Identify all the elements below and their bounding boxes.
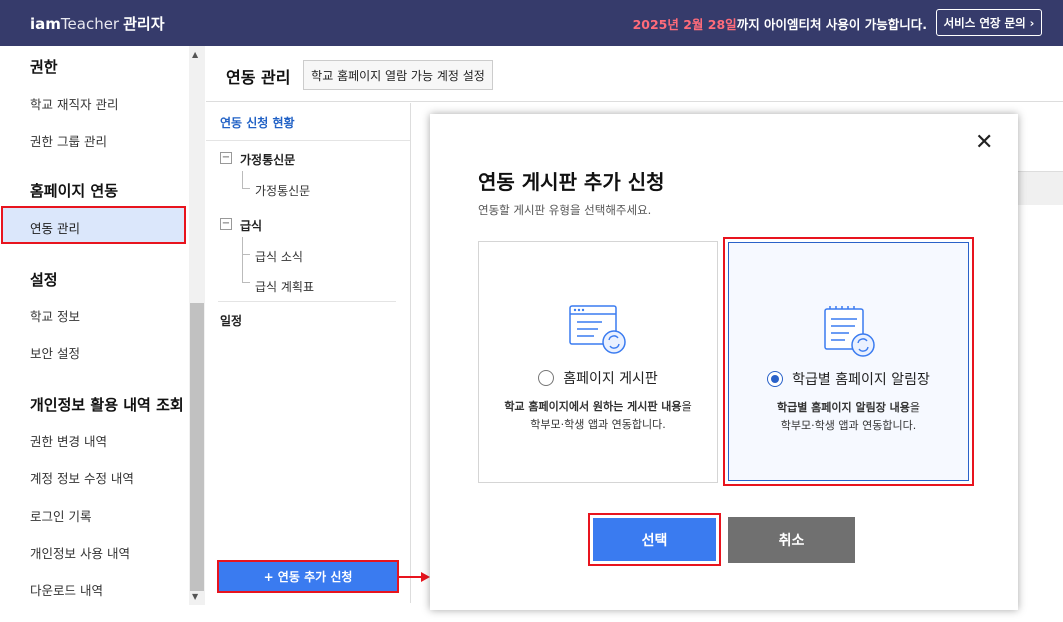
option-desc-bold: 학급별 홈페이지 알림장 내용 [776, 401, 910, 414]
modal-subtitle: 연동할 게시판 유형을 선택해주세요. [478, 203, 652, 217]
annotation-arrow-head [421, 572, 430, 582]
option-description: 학교 홈페이지에서 원하는 게시판 내용을 학부모·학생 앱과 연동합니다. [479, 398, 717, 434]
sidebar-item-staff[interactable]: 학교 재직자 관리 [30, 94, 118, 113]
option-class-notice[interactable]: 학급별 홈페이지 알림장 학급별 홈페이지 알림장 내용을 학부모·학생 앱과 … [728, 242, 969, 481]
expiry-notice: 2025년 2월 28일까지 아이엠티처 사용이 가능합니다. [633, 14, 927, 33]
tree-heading[interactable]: 연동 신청 현황 [220, 114, 295, 131]
tree-item-meal-plan[interactable]: 급식 계획표 [255, 278, 314, 295]
top-bar: iamTeacher 관리자 2025년 2월 28일까지 아이엠티처 사용이 가… [0, 0, 1063, 46]
app-logo[interactable]: iamTeacher 관리자 [30, 13, 165, 34]
sidebar-item-permission-group[interactable]: 권한 그룹 관리 [30, 131, 107, 150]
option-label: 홈페이지 게시판 [563, 371, 658, 387]
table-header-strip [1018, 171, 1063, 205]
close-icon[interactable]: ✕ [975, 130, 993, 155]
school-account-setting-button[interactable]: 학교 홈페이지 열람 가능 계정 설정 [303, 60, 493, 90]
divider [218, 301, 396, 302]
sidebar-item-login-log[interactable]: 로그인 기록 [30, 506, 91, 525]
sidebar: 권한 학교 재직자 관리 권한 그룹 관리 홈페이지 연동 연동 관리 설정 학… [0, 46, 188, 606]
sidebar-heading-privacy: 개인정보 활용 내역 조회 [30, 396, 184, 414]
tree-group-newsletter[interactable]: 가정통신문 [240, 151, 295, 168]
option-homepage-board[interactable]: 홈페이지 게시판 학교 홈페이지에서 원하는 게시판 내용을 학부모·학생 앱과… [478, 241, 718, 483]
link-tree-panel: 연동 신청 현황 − 가정통신문 가정통신문 − 급식 급식 소식 급식 계획표… [206, 103, 411, 603]
tree-branch [242, 255, 250, 283]
modal-title: 연동 게시판 추가 신청 [478, 170, 665, 194]
annotation-arrow [399, 576, 423, 578]
add-board-modal: ✕ 연동 게시판 추가 신청 연동할 게시판 유형을 선택해주세요. 홈페이지 … [430, 114, 1018, 610]
sidebar-heading-permission: 권한 [30, 58, 58, 76]
sidebar-item-download-log[interactable]: 다운로드 내역 [30, 580, 103, 599]
sidebar-item-link-management[interactable]: 연동 관리 [1, 206, 186, 244]
tree-item-meal-news[interactable]: 급식 소식 [255, 248, 303, 265]
select-button[interactable]: 선택 [593, 518, 716, 561]
logo-product: Teacher [60, 15, 120, 33]
radio-selected[interactable] [767, 371, 784, 387]
option-description: 학급별 홈페이지 알림장 내용을 학부모·학생 앱과 연동합니다. [729, 399, 968, 435]
sidebar-item-label: 연동 관리 [30, 221, 80, 236]
option-desc-bold: 학교 홈페이지에서 원하는 게시판 내용 [504, 400, 682, 413]
radio-unselected[interactable] [538, 370, 555, 386]
sidebar-item-permission-log[interactable]: 권한 변경 내역 [30, 431, 107, 450]
tree-branch [242, 237, 250, 255]
board-icon [569, 305, 626, 354]
expiry-text: 까지 아이엠티처 사용이 가능합니다. [736, 17, 927, 32]
option-radio-row[interactable]: 홈페이지 게시판 [479, 368, 717, 388]
collapse-icon[interactable]: − [220, 152, 232, 164]
sidebar-item-school-info[interactable]: 학교 정보 [30, 306, 80, 325]
page-title: 연동 관리 [226, 68, 291, 87]
service-extension-button[interactable]: 서비스 연장 문의 › [936, 9, 1042, 36]
cancel-button[interactable]: 취소 [728, 517, 855, 563]
sidebar-heading-settings: 설정 [30, 271, 58, 289]
scroll-down-icon[interactable]: ▼ [192, 592, 198, 601]
expiry-date: 2025년 2월 28일 [632, 17, 737, 32]
option-desc-line2: 학부모·학생 앱과 연동합니다. [530, 418, 666, 431]
option-desc-line2: 학부모·학생 앱과 연동합니다. [780, 419, 917, 432]
sidebar-item-security[interactable]: 보안 설정 [30, 343, 80, 362]
logo-brand: iam [30, 15, 61, 33]
sidebar-item-account-edit-log[interactable]: 계정 정보 수정 내역 [30, 468, 134, 487]
content-header: 연동 관리 학교 홈페이지 열람 가능 계정 설정 [206, 46, 1063, 102]
option-desc-suffix: 을 [909, 401, 921, 414]
divider [206, 140, 410, 141]
sidebar-heading-homepage: 홈페이지 연동 [30, 182, 119, 200]
scrollbar-thumb[interactable] [190, 303, 204, 591]
tree-item-newsletter[interactable]: 가정통신문 [255, 182, 310, 199]
tree-group-schedule[interactable]: 일정 [220, 312, 242, 329]
option-desc-suffix: 을 [681, 400, 692, 413]
option-radio-row[interactable]: 학급별 홈페이지 알림장 [729, 369, 968, 389]
option-label: 학급별 홈페이지 알림장 [792, 372, 930, 388]
notepad-icon [823, 306, 875, 357]
logo-admin: 관리자 [123, 15, 165, 33]
tree-branch [242, 171, 250, 189]
add-link-request-button[interactable]: + 연동 추가 신청 [217, 560, 399, 593]
tree-group-meal[interactable]: 급식 [240, 217, 262, 234]
collapse-icon[interactable]: − [220, 218, 232, 230]
sidebar-item-privacy-usage[interactable]: 개인정보 사용 내역 [30, 543, 130, 562]
scroll-up-icon[interactable]: ▲ [192, 50, 198, 59]
